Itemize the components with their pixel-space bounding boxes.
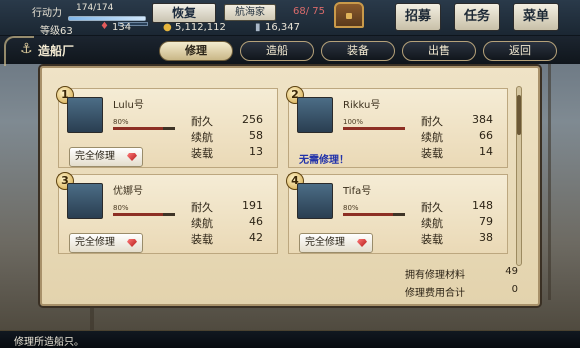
- full-repair-button[interactable]: 完全修理: [69, 233, 143, 253]
- recruit-button[interactable]: 招募: [395, 3, 441, 31]
- ship-card[interactable]: 1 Lulu号 80% 耐久 256 续航 58 装载 13 完全修理: [56, 86, 278, 168]
- stat-label-durability: 耐久: [421, 201, 443, 214]
- recover-button[interactable]: 恢复: [152, 3, 216, 23]
- ship-name: Rikku号: [343, 100, 381, 111]
- gem-icon: [127, 239, 137, 247]
- quest-button[interactable]: 任务: [454, 3, 500, 31]
- tab-sell[interactable]: 出售: [402, 41, 476, 61]
- stat-value-load: 42: [249, 231, 263, 244]
- treasure-chest-icon[interactable]: [334, 2, 364, 28]
- gem-count: 134: [112, 22, 132, 33]
- ship-card[interactable]: 3 优娜号 80% 耐久 191 续航 46 装载 42 完全修理: [56, 172, 278, 254]
- full-repair-label: 完全修理: [75, 151, 115, 162]
- gem-icon: ♦: [100, 21, 109, 32]
- durability-bar: [113, 127, 175, 130]
- page-title: 造船厂: [38, 44, 75, 58]
- scroll-thumb[interactable]: [517, 95, 521, 135]
- stat-label-load: 装载: [191, 233, 213, 246]
- durability-percent: 80%: [113, 204, 129, 212]
- repair-cost-value: 0: [511, 284, 518, 295]
- ship-icon: [67, 183, 103, 219]
- repair-panel: 1 Lulu号 80% 耐久 256 续航 58 装载 13 完全修理 2 Ri…: [40, 66, 540, 306]
- full-repair-button[interactable]: 完全修理: [69, 147, 143, 167]
- action-points-label: 行动力: [32, 8, 62, 19]
- anchor-icon: ⚓: [20, 41, 33, 57]
- ship-icon: [67, 97, 103, 133]
- stat-value-durability: 384: [472, 113, 493, 126]
- stat-value-load: 14: [479, 145, 493, 158]
- footer-message: 修理所造船只。: [14, 337, 84, 348]
- gem-icon: [127, 153, 137, 161]
- level-label: 等级63: [40, 26, 73, 37]
- scrollbar[interactable]: [516, 86, 522, 266]
- stat-label-durability: 耐久: [191, 115, 213, 128]
- stat-value-durability: 148: [472, 199, 493, 212]
- durability-percent: 80%: [343, 204, 359, 212]
- stat-label-durability: 耐久: [191, 201, 213, 214]
- gold-coin-icon: ●: [163, 22, 172, 33]
- ship-card[interactable]: 2 Rikku号 100% 耐久 384 续航 66 装载 14 无需修理！: [286, 86, 508, 168]
- ship-name: Tifa号: [343, 186, 372, 197]
- full-repair-label: 完全修理: [305, 237, 345, 248]
- full-repair-button[interactable]: 完全修理: [299, 233, 373, 253]
- tab-build[interactable]: 造船: [240, 41, 314, 61]
- ship-name: Lulu号: [113, 100, 144, 111]
- background-mast: [548, 40, 551, 300]
- stat-value-durability: 191: [242, 199, 263, 212]
- stat-value-range: 58: [249, 129, 263, 142]
- stat-value-load: 13: [249, 145, 263, 158]
- durability-bar: [343, 213, 405, 216]
- durability-percent: 100%: [343, 118, 364, 126]
- stat-label-range: 续航: [191, 217, 213, 230]
- stat-label-range: 续航: [191, 131, 213, 144]
- top-status-bar: 行动力 174/174 等级63 ♦ 134 恢复 ● 5,112,112 航海…: [0, 0, 580, 37]
- ship-name: 优娜号: [113, 186, 143, 197]
- ship-icon: [297, 183, 333, 219]
- ship-card[interactable]: 4 Tifa号 80% 耐久 148 续航 79 装载 38 完全修理: [286, 172, 508, 254]
- stat-value-load: 38: [479, 231, 493, 244]
- gold-amount: 5,112,112: [175, 22, 226, 33]
- durability-percent: 80%: [113, 118, 129, 126]
- stat-value-range: 66: [479, 129, 493, 142]
- message-bar: [0, 330, 580, 348]
- repair-materials-label: 拥有修理材料: [405, 270, 465, 281]
- stat-label-load: 装载: [421, 233, 443, 246]
- stat-label-range: 续航: [421, 131, 443, 144]
- full-repair-label: 完全修理: [75, 237, 115, 248]
- tab-back[interactable]: 返回: [483, 41, 557, 61]
- no-repair-needed-text: 无需修理！: [299, 155, 349, 166]
- durability-bar: [113, 213, 175, 216]
- repair-cost-label: 修理费用合计: [405, 288, 465, 299]
- stat-label-load: 装载: [191, 147, 213, 160]
- ship-icon: [297, 97, 333, 133]
- ticket-icon: ▮: [255, 22, 261, 33]
- durability-bar: [343, 127, 405, 130]
- menu-button[interactable]: 菜单: [513, 3, 559, 31]
- ticket-count: 16,347: [265, 22, 300, 33]
- cargo-capacity: 68/ 75: [293, 6, 325, 17]
- stat-label-range: 续航: [421, 217, 443, 230]
- stat-label-durability: 耐久: [421, 115, 443, 128]
- action-points-value: 174/174: [76, 3, 114, 13]
- stat-label-load: 装载: [421, 147, 443, 160]
- stat-value-range: 46: [249, 215, 263, 228]
- stat-value-durability: 256: [242, 113, 263, 126]
- navigator-button[interactable]: 航海家: [224, 4, 276, 21]
- tab-equip[interactable]: 装备: [321, 41, 395, 61]
- repair-materials-value: 49: [505, 266, 518, 277]
- stat-value-range: 79: [479, 215, 493, 228]
- gem-icon: [357, 239, 367, 247]
- tab-repair[interactable]: 修理: [159, 41, 233, 61]
